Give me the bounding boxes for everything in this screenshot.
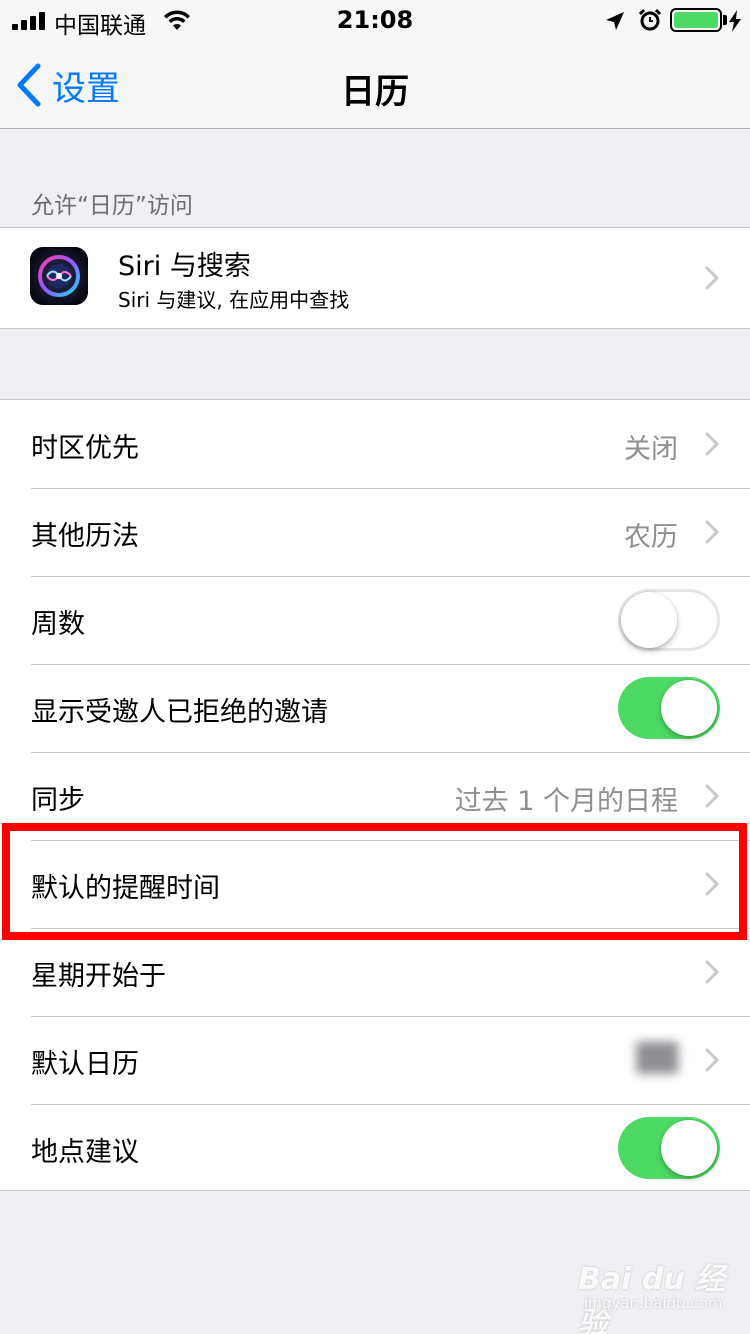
navigation-bar: 设置 日历 [0, 40, 750, 129]
chevron-right-icon [705, 266, 719, 290]
settings-row-label: 时区优先 [31, 433, 139, 464]
toggle-knob [661, 1120, 717, 1176]
chevron-right-icon [705, 1048, 719, 1072]
battery-tip [723, 15, 727, 25]
baidu-jingyan-watermark: Bai du 经验 jingyan.baidu.com [578, 1254, 728, 1334]
chevron-right-icon [705, 960, 719, 984]
settings-group: 时区优先 关闭其他历法 农历周数显示受邀人已拒绝的邀请 同步 过去 1 个月的日程默认的… [0, 399, 750, 1191]
battery-level-fill [674, 12, 718, 28]
settings-row: 地点建议 [0, 1104, 750, 1192]
siri-group: Siri 与搜索 Siri 与建议, 在应用中查找 [0, 227, 750, 329]
settings-row-value: ██ [636, 1043, 678, 1074]
settings-row[interactable]: 默认日历 ██ [0, 1016, 750, 1104]
settings-row-value: 过去 1 个月的日程 [454, 786, 678, 817]
chevron-right-icon [705, 432, 719, 456]
settings-row-label: 显示受邀人已拒绝的邀请 [31, 697, 328, 728]
settings-row-value: 关闭 [624, 434, 678, 465]
charging-bolt-icon [729, 10, 741, 32]
toggle-knob [661, 680, 717, 736]
siri-row-title: Siri 与搜索 [118, 251, 251, 282]
toggle-knob [621, 592, 677, 648]
settings-row-label: 默认日历 [31, 1049, 139, 1080]
settings-row: 周数 [0, 576, 750, 664]
settings-row[interactable]: 其他历法 农历 [0, 488, 750, 576]
location-arrow-icon [606, 12, 624, 30]
siri-search-row[interactable]: Siri 与搜索 Siri 与建议, 在应用中查找 [0, 228, 750, 328]
settings-row-label: 其他历法 [31, 521, 139, 552]
chevron-right-icon [705, 872, 719, 896]
settings-row[interactable]: 同步 过去 1 个月的日程 [0, 752, 750, 840]
alarm-clock-icon [638, 8, 662, 31]
watermark-url: jingyan.baidu.com [584, 1294, 723, 1312]
settings-row-label: 默认的提醒时间 [31, 873, 220, 904]
settings-row: 显示受邀人已拒绝的邀请 [0, 664, 750, 752]
page-title: 日历 [341, 72, 409, 112]
battery-icon [670, 8, 722, 32]
settings-row-label: 地点建议 [31, 1137, 139, 1168]
section-header-access: 允许“日历”访问 [31, 193, 193, 219]
settings-row[interactable]: 默认的提醒时间 [0, 840, 750, 928]
settings-row-label: 同步 [31, 785, 85, 816]
settings-row[interactable]: 星期开始于 [0, 928, 750, 1016]
siri-app-icon [30, 247, 88, 305]
chevron-right-icon [705, 520, 719, 544]
settings-row-label: 星期开始于 [31, 961, 166, 992]
siri-row-subtitle: Siri 与建议, 在应用中查找 [118, 288, 350, 312]
chevron-right-icon [705, 784, 719, 808]
toggle-switch[interactable] [618, 1117, 720, 1179]
toggle-switch[interactable] [618, 589, 720, 651]
status-bar: 中国联通 21:08 [0, 0, 750, 40]
settings-row[interactable]: 时区优先 关闭 [0, 400, 750, 488]
settings-row-label: 周数 [31, 609, 85, 640]
settings-row-value: 农历 [624, 522, 678, 553]
toggle-switch[interactable] [618, 677, 720, 739]
